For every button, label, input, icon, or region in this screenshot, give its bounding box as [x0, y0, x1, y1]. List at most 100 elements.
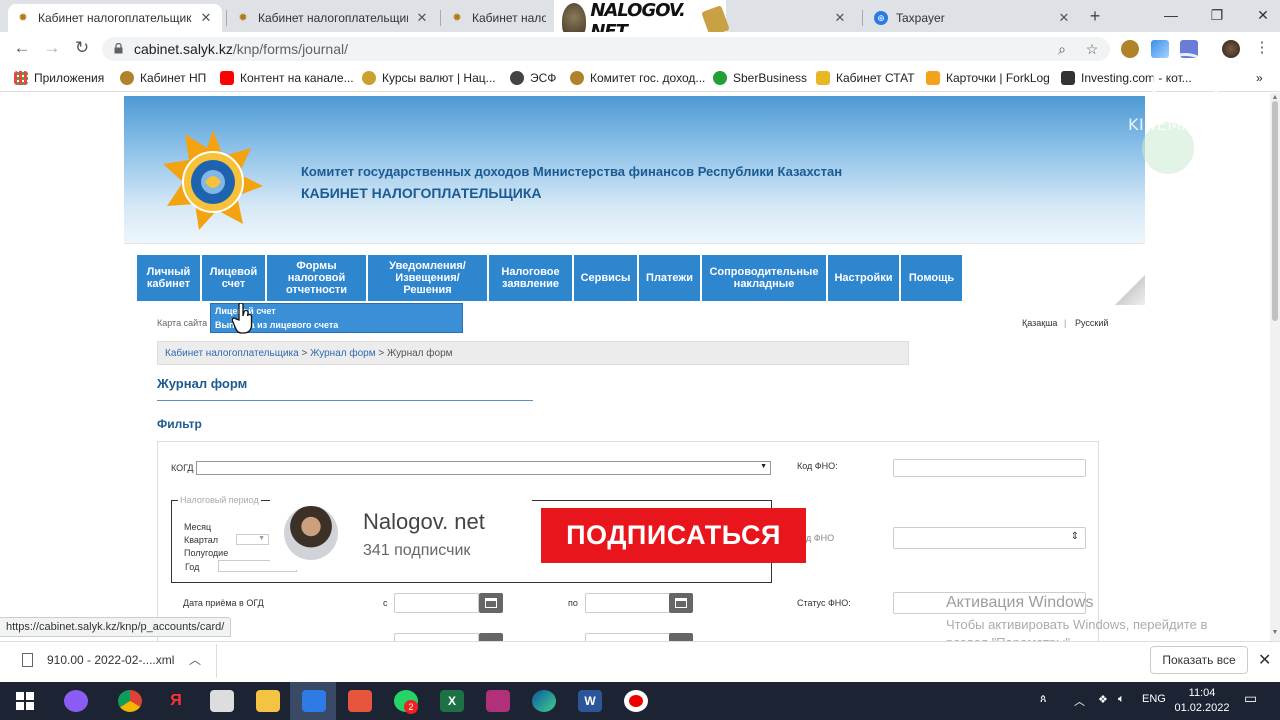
breadcrumb-current: Журнал форм — [387, 348, 453, 359]
bookmark-apps[interactable]: Приложения — [14, 71, 104, 85]
bookmark-kabinet-np[interactable]: Кабинет НП — [120, 71, 206, 85]
bookmark-sberbusiness[interactable]: SberBusiness — [713, 71, 807, 85]
page-title: Журнал форм — [157, 376, 248, 391]
address-bar[interactable]: cabinet.salyk.kz/knp/forms/journal/ ⌕ ☆ — [102, 37, 1110, 61]
breadcrumb-link-journal[interactable]: Журнал форм — [310, 348, 376, 359]
breadcrumb-link-cabinet[interactable]: Кабинет налогоплательщика — [165, 348, 299, 359]
back-arrow-icon[interactable]: ← — [10, 37, 34, 59]
menu-services[interactable]: Сервисы — [574, 255, 637, 301]
tab-cabinet-2[interactable]: ✹ Кабинет налогоплательщика ✕ — [228, 4, 438, 32]
chrome-icon[interactable] — [118, 690, 142, 712]
menu-personal-account[interactable]: Лицевой счет — [202, 255, 265, 301]
extension-blue-icon[interactable] — [1151, 40, 1169, 58]
menu-personal-cabinet[interactable]: Личный кабинет — [137, 255, 200, 301]
globe-icon: ⊕ — [874, 11, 888, 25]
bookmark-kgd[interactable]: Комитет гос. доход... — [570, 71, 705, 85]
bookmark-label: ЭСФ — [530, 71, 557, 85]
taskbar-clock[interactable]: 11:04 01.02.2022 — [1174, 686, 1230, 716]
scroll-up-icon[interactable]: ▲ — [1271, 94, 1279, 101]
date-from-input-2[interactable] — [394, 633, 479, 641]
star-icon[interactable]: ☆ — [1082, 39, 1102, 59]
yandex-icon[interactable]: Я — [164, 690, 188, 712]
kgd-extension-icon[interactable] — [1121, 40, 1139, 58]
scroll-down-icon[interactable]: ▼ — [1271, 629, 1279, 636]
kgd-icon — [120, 71, 134, 85]
minimize-button[interactable]: — — [1148, 0, 1194, 30]
tab-title: Taxpayer — [896, 11, 945, 25]
calculator-icon[interactable] — [210, 690, 234, 712]
bookmark-esf[interactable]: ЭСФ — [510, 71, 556, 85]
alice-icon[interactable] — [64, 690, 88, 712]
tray-chevron-icon[interactable]: ︿ — [1074, 693, 1085, 709]
menu-payments[interactable]: Платежи — [639, 255, 700, 301]
excel-icon[interactable]: X — [440, 690, 464, 712]
anydesk-icon[interactable] — [348, 690, 372, 712]
tab-cabinet-1[interactable]: ✹ Кабинет налогоплательщика ✕ — [8, 4, 222, 32]
quarter-select[interactable]: ▼ — [236, 534, 269, 545]
menu-tax-forms[interactable]: Формы налоговой отчетности — [267, 255, 366, 301]
bookmark-youtube[interactable]: Контент на канале... — [220, 71, 354, 85]
menu-notifications[interactable]: Уведомления/ Извещения/ Решения — [368, 255, 487, 301]
menu-settings[interactable]: Настройки — [828, 255, 899, 301]
menu-tax-application[interactable]: Налоговое заявление — [489, 255, 572, 301]
notifications-icon[interactable]: ▭ — [1244, 690, 1257, 707]
date-from-input[interactable] — [394, 593, 479, 613]
close-icon[interactable]: ✕ — [198, 10, 214, 26]
tab-cabinet-3[interactable]: ✹ Кабинет налогоп — [442, 4, 554, 32]
lang-kazakh-link[interactable]: Қазақша — [1022, 318, 1057, 328]
close-icon[interactable]: ✕ — [414, 10, 430, 26]
scrollbar-thumb[interactable] — [1272, 101, 1278, 321]
vid-fno-select[interactable]: ⇕ — [893, 527, 1086, 549]
calendar-icon[interactable] — [669, 633, 693, 641]
calendar-from-icon[interactable] — [479, 593, 503, 613]
close-icon[interactable]: ✕ — [1258, 650, 1271, 670]
input-language[interactable]: ENG — [1142, 693, 1166, 705]
bookmark-stat[interactable]: Кабинет СТАТ — [816, 71, 915, 85]
calendar-to-icon[interactable] — [669, 593, 693, 613]
word-icon[interactable]: W — [578, 690, 602, 712]
windows-start-icon[interactable] — [16, 692, 34, 710]
bookmark-forklog[interactable]: Карточки | ForkLog — [926, 71, 1050, 85]
kogd-select[interactable]: ▼ — [196, 461, 771, 475]
calendar-icon[interactable] — [479, 633, 503, 641]
channel-avatar — [284, 506, 338, 560]
tool-app-icon[interactable] — [302, 690, 326, 712]
speaker-icon[interactable]: 🔈︎ — [1118, 693, 1125, 706]
menu-waybills[interactable]: Сопроводительные накладные — [702, 255, 826, 301]
bookmark-currency[interactable]: Курсы валют | Нац... — [362, 71, 496, 85]
menu-kebab-icon[interactable]: ⋮ — [1250, 37, 1274, 59]
reload-icon[interactable]: ↻ — [70, 37, 94, 59]
zoom-search-icon[interactable]: ⌕ — [1052, 39, 1072, 59]
date-to-input[interactable] — [585, 593, 670, 613]
youtube-icon — [220, 71, 234, 85]
dropbox-icon[interactable]: ❖ — [1098, 693, 1108, 706]
close-icon[interactable]: ✕ — [1056, 10, 1072, 26]
restore-button[interactable]: ❐ — [1194, 0, 1240, 30]
edge-icon[interactable] — [532, 690, 556, 712]
profile-avatar[interactable] — [1222, 40, 1240, 58]
close-icon[interactable]: ✕ — [832, 10, 848, 26]
bookmarks-overflow-icon[interactable]: » — [1256, 71, 1263, 85]
quarter-label: Квартал — [184, 535, 219, 545]
new-tab-button[interactable]: + — [1086, 6, 1104, 26]
lang-russian-link[interactable]: Русский — [1075, 318, 1108, 328]
people-icon[interactable]: ጰ — [1040, 693, 1047, 706]
code-fno-label: Код ФНО: — [797, 461, 838, 471]
record-icon[interactable] — [624, 690, 648, 712]
page-scrollbar[interactable]: ▲ ▼ — [1270, 93, 1280, 641]
forward-arrow-icon[interactable]: → — [40, 37, 64, 59]
sitemap-link[interactable]: Карта сайта — [157, 318, 207, 328]
date-to-input-2[interactable] — [585, 633, 670, 641]
code-fno-input[interactable] — [893, 459, 1086, 477]
menu-help[interactable]: Помощь — [901, 255, 962, 301]
chevron-up-icon[interactable]: ︿ — [189, 651, 201, 668]
folder-icon[interactable] — [256, 690, 280, 712]
close-window-button[interactable]: ✕ — [1240, 0, 1280, 30]
subscribe-button[interactable]: ПОДПИСАТЬСЯ — [541, 508, 806, 563]
download-item[interactable]: 910.00 - 2022-02-....xml — [22, 653, 174, 667]
show-all-button[interactable]: Показать все — [1150, 646, 1248, 674]
tab-taxpayer[interactable]: ⊕ Taxpayer ✕ — [866, 4, 1080, 32]
tab-hidden-close[interactable]: ✕ — [826, 4, 856, 32]
date-to-label: по — [568, 598, 578, 608]
pdf-app-icon[interactable] — [486, 690, 510, 712]
